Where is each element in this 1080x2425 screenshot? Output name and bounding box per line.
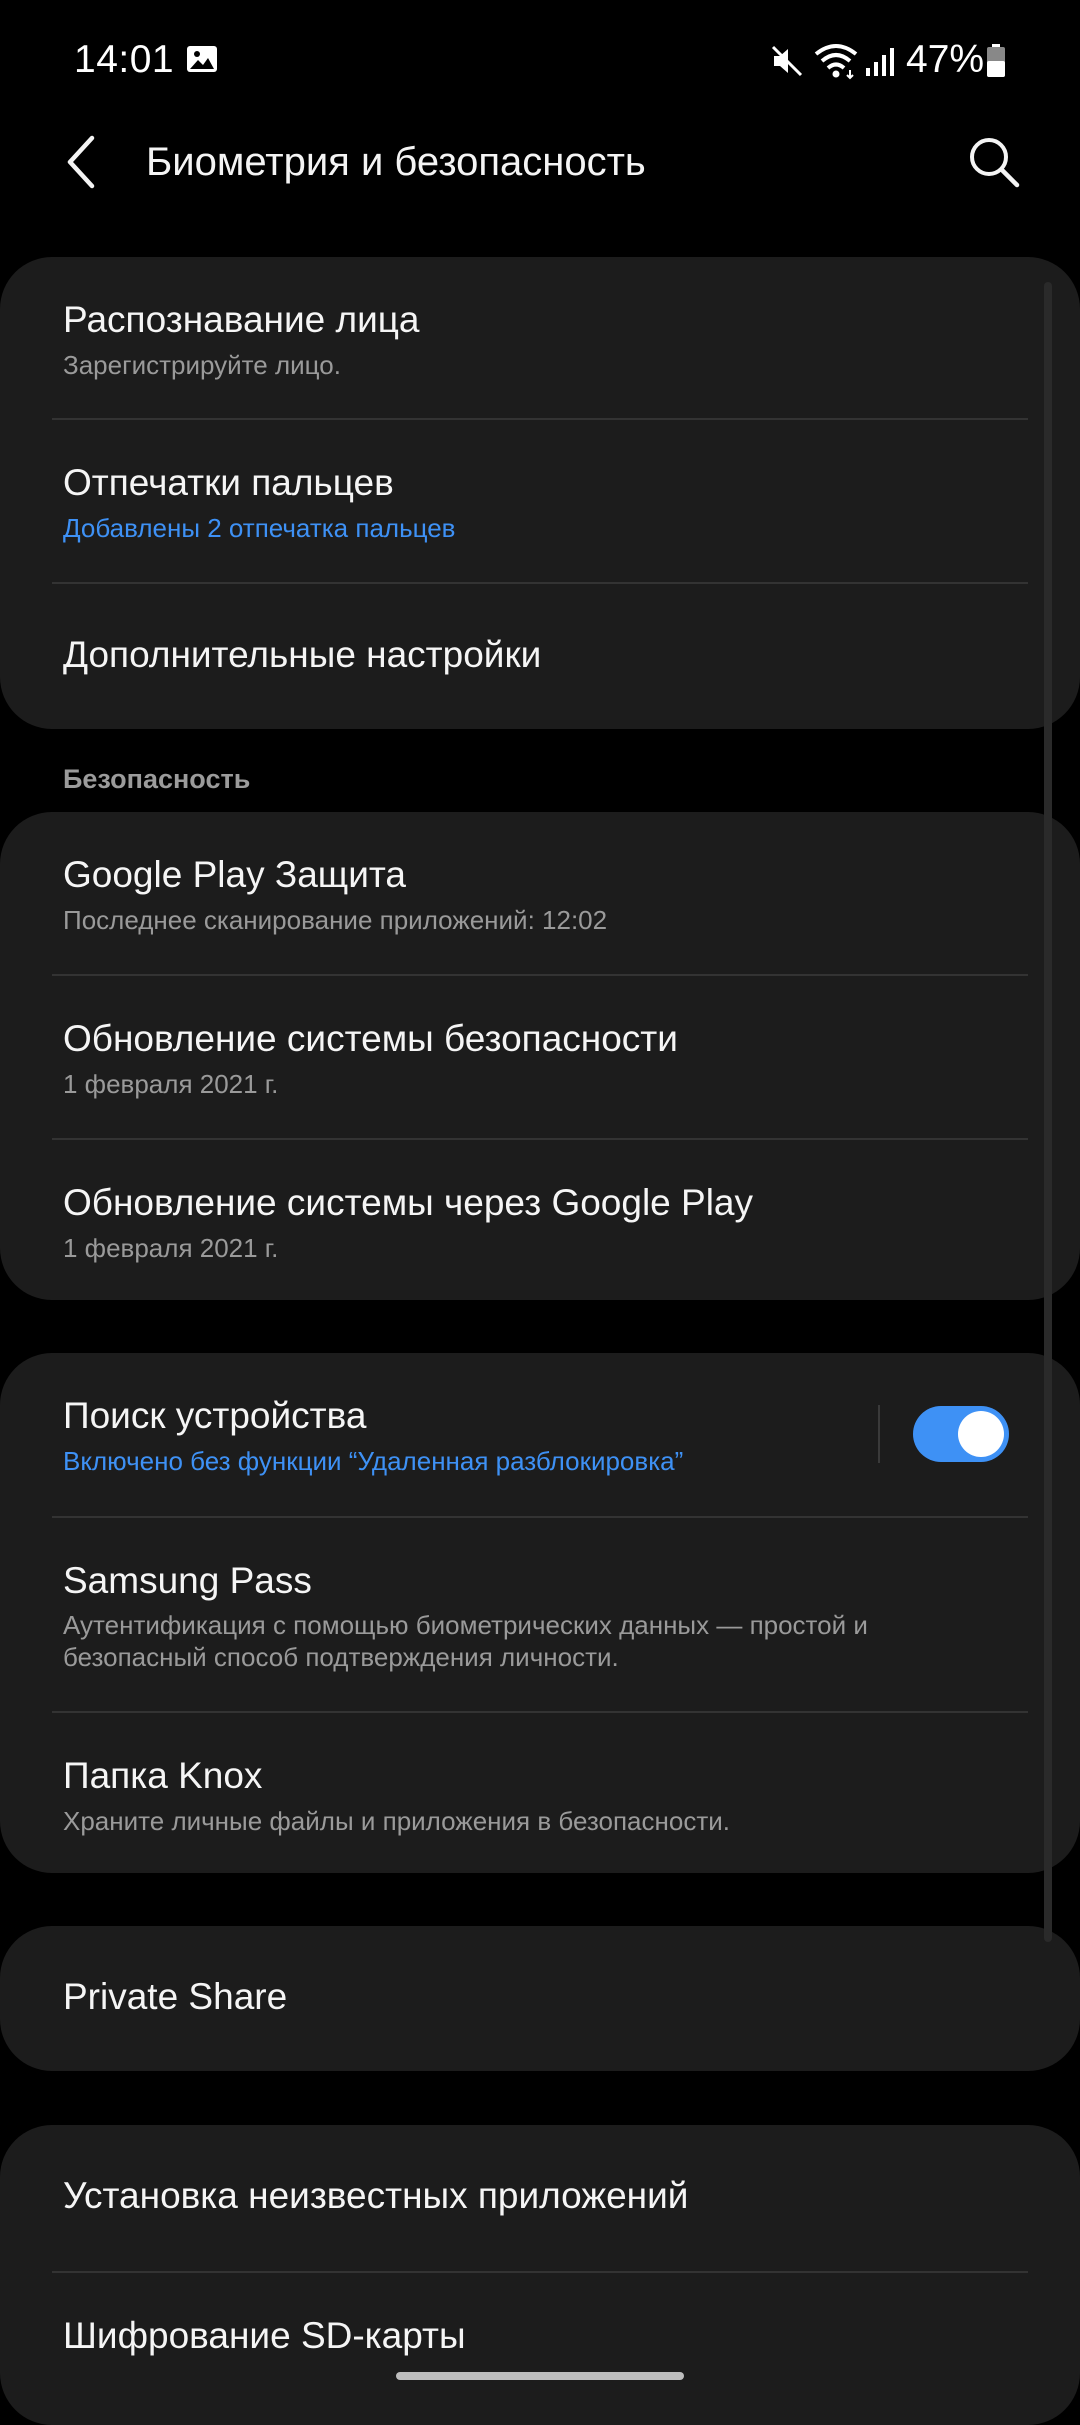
fingerprints-subtitle: Добавлены 2 отпечатка пальцев: [63, 513, 456, 543]
knox-folder-subtitle: Храните личные файлы и приложения в безо…: [63, 1806, 730, 1836]
play-protect-subtitle: Последнее сканирование приложений: 12:02: [63, 905, 608, 935]
sd-encryption-title: Шифрование SD-карты: [63, 2315, 466, 2356]
toggle-knob: [958, 1411, 1004, 1457]
play-protect-item[interactable]: Google Play Защита Последнее сканировани…: [0, 812, 1080, 974]
fingerprints-title: Отпечатки пальцев: [63, 462, 394, 503]
sd-encryption-item[interactable]: Шифрование SD-карты: [0, 2273, 1080, 2400]
search-icon[interactable]: [966, 134, 1022, 190]
samsung-pass-title: Samsung Pass: [63, 1560, 312, 1601]
play-system-update-subtitle: 1 февраля 2021 г.: [63, 1233, 279, 1263]
unknown-apps-title: Установка неизвестных приложений: [63, 2175, 689, 2216]
page-title: Биометрия и безопасность: [146, 140, 646, 184]
face-recognition-item[interactable]: Распознавание лица Зарегистрируйте лицо.: [0, 257, 1080, 419]
unknown-apps-item[interactable]: Установка неизвестных приложений: [0, 2125, 1080, 2271]
additional-settings-title: Дополнительные настройки: [63, 634, 542, 675]
home-indicator[interactable]: [396, 2372, 684, 2380]
status-time: 14:01: [74, 38, 175, 81]
gallery-icon: [187, 46, 217, 72]
scrollbar[interactable]: [1044, 282, 1052, 1942]
signal-icon: [866, 48, 894, 76]
play-system-update-item[interactable]: Обновление системы через Google Play 1 ф…: [0, 1140, 1080, 1300]
additional-settings-item[interactable]: Дополнительные настройки: [0, 584, 1080, 729]
face-recognition-subtitle: Зарегистрируйте лицо.: [63, 350, 341, 380]
knox-folder-item[interactable]: Папка Knox Храните личные файлы и прилож…: [0, 1713, 1080, 1873]
section-header-security: Безопасность: [63, 764, 251, 794]
samsung-pass-item[interactable]: Samsung Pass Аутентификация с помощью би…: [0, 1518, 1080, 1712]
back-arrow-icon[interactable]: [56, 128, 108, 196]
toggle-separator: [878, 1405, 880, 1463]
private-share-card[interactable]: Private Share: [0, 1926, 1080, 2071]
find-device-toggle[interactable]: [913, 1406, 1009, 1462]
play-protect-title: Google Play Защита: [63, 854, 406, 895]
status-bar: 14:01 47%: [0, 0, 1080, 125]
face-recognition-title: Распознавание лица: [63, 299, 420, 340]
mute-icon: [771, 45, 803, 77]
fingerprints-item[interactable]: Отпечатки пальцев Добавлены 2 отпечатка …: [0, 420, 1080, 582]
samsung-pass-subtitle: Аутентификация с помощью биометрических …: [63, 1610, 868, 1672]
play-system-update-title: Обновление системы через Google Play: [63, 1182, 754, 1223]
security-update-item[interactable]: Обновление системы безопасности 1 феврал…: [0, 976, 1080, 1138]
security-update-subtitle: 1 февраля 2021 г.: [63, 1069, 279, 1099]
find-device-item[interactable]: Поиск устройства Включено без функции “У…: [0, 1353, 1080, 1516]
wifi-icon: [814, 44, 858, 80]
battery-icon: [987, 44, 1005, 77]
knox-folder-title: Папка Knox: [63, 1755, 263, 1796]
private-share-title: Private Share: [63, 1976, 288, 2017]
find-device-title: Поиск устройства: [63, 1395, 367, 1436]
find-device-subtitle: Включено без функции “Удаленная разблоки…: [63, 1446, 684, 1476]
battery-percent: 47%: [906, 38, 985, 81]
security-update-title: Обновление системы безопасности: [63, 1018, 678, 1059]
